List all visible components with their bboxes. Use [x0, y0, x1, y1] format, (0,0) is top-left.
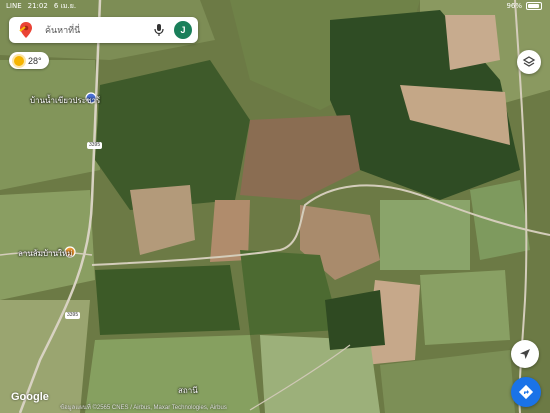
status-date: 6 เม.ย.: [53, 2, 77, 10]
google-logo: Google: [11, 391, 49, 403]
place-label[interactable]: สถานี: [178, 384, 198, 397]
battery-percent: 96%: [506, 2, 522, 10]
my-location-button[interactable]: [511, 340, 539, 368]
sun-icon: [14, 55, 24, 66]
place-label[interactable]: บ้านน้ำเขียวประชาร้: [30, 94, 100, 107]
map-attribution[interactable]: ข้อมูลแผนที่ ©2565 CNES / Airbus, Maxar …: [60, 402, 227, 412]
navigation-arrow-icon: [520, 349, 530, 359]
search-bar[interactable]: ค้นหาที่นี่ J: [9, 17, 198, 43]
layers-button[interactable]: [517, 50, 541, 74]
battery-fill: [528, 4, 539, 8]
layers-icon: [522, 56, 536, 67]
battery-icon: [526, 2, 542, 10]
status-carrier: LINE: [6, 2, 22, 10]
status-bar: LINE 21:02 6 เม.ย. 96%: [0, 0, 550, 12]
account-avatar[interactable]: J: [174, 21, 192, 39]
road-shield: 3395: [87, 142, 103, 149]
google-maps-logo-icon: [19, 22, 32, 38]
status-time: 21:02: [27, 2, 48, 10]
directions-button[interactable]: [511, 377, 541, 407]
road-shield: 3395: [65, 312, 81, 319]
directions-icon: [518, 384, 534, 400]
search-input[interactable]: ค้นหาที่นี่: [45, 23, 152, 37]
weather-chip[interactable]: 28°: [9, 52, 49, 69]
temperature: 28°: [28, 55, 42, 66]
microphone-icon[interactable]: [152, 23, 166, 37]
satellite-map[interactable]: [0, 0, 550, 413]
place-label[interactable]: ลานส้มบ้านใหม่: [18, 247, 73, 260]
